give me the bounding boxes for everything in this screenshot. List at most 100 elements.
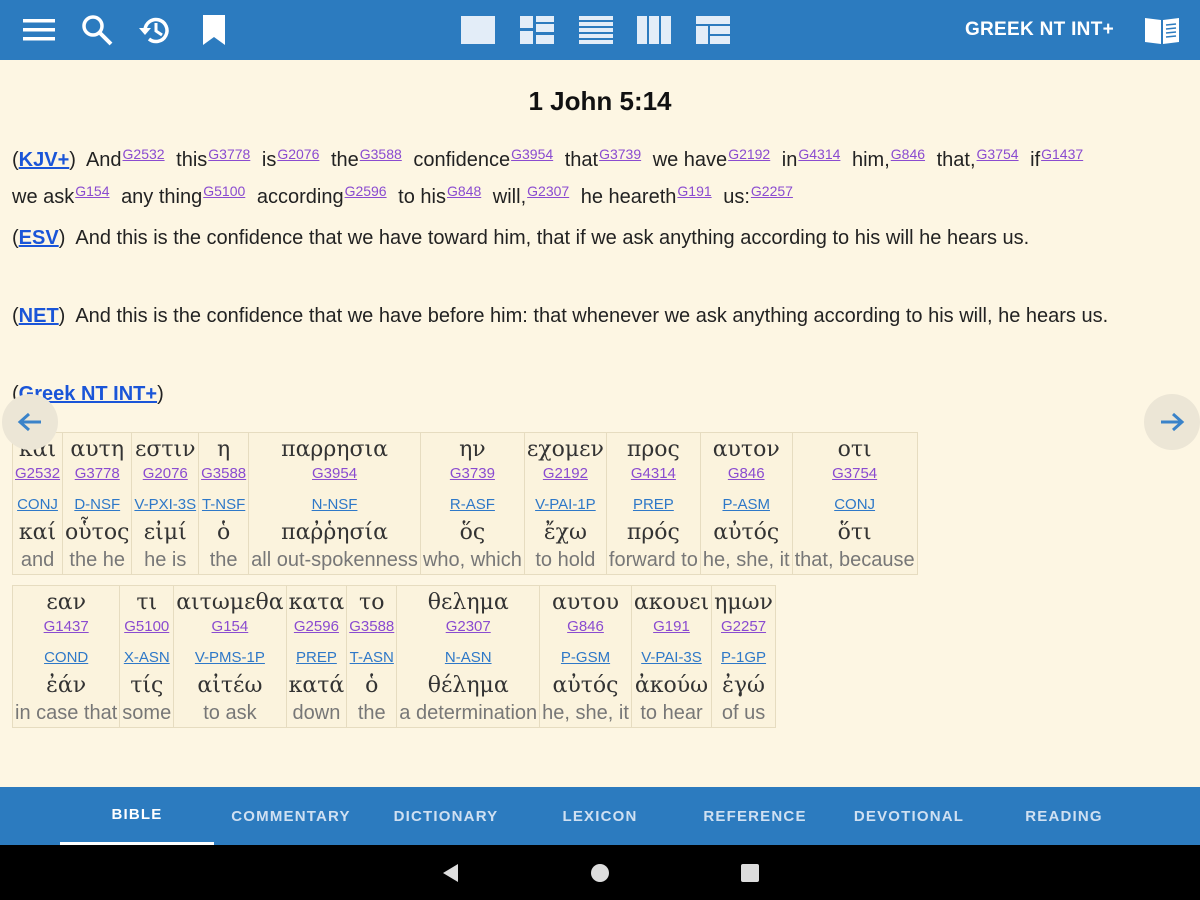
next-verse-button[interactable]: [1144, 394, 1200, 450]
morphology-link[interactable]: V-PMS-1P: [195, 649, 265, 667]
strongs-link[interactable]: G3754: [977, 146, 1019, 162]
tab-commentary[interactable]: COMMENTARY: [214, 787, 368, 845]
morphology-link[interactable]: PREP: [296, 649, 337, 667]
morphology-link[interactable]: X-ASN: [124, 649, 170, 667]
morphology-link[interactable]: P-1GP: [721, 649, 766, 667]
morphology-link[interactable]: V-PAI-3S: [641, 649, 702, 667]
strongs-link[interactable]: G154: [212, 618, 249, 636]
strongs-link[interactable]: G846: [728, 465, 765, 483]
bookmark-icon[interactable]: [194, 10, 234, 50]
tab-dictionary[interactable]: DICTIONARY: [369, 787, 523, 845]
morphology-link[interactable]: CONJ: [834, 496, 875, 514]
esv-tag-link[interactable]: ESV: [19, 227, 59, 249]
morphology-link[interactable]: V-PXI-3S: [134, 496, 196, 514]
strongs-link[interactable]: G3588: [360, 146, 402, 162]
tab-lexicon[interactable]: LEXICON: [523, 787, 677, 845]
morphology-link[interactable]: CONJ: [17, 496, 58, 514]
kjv-word-text: that,: [936, 149, 976, 171]
recents-icon[interactable]: [737, 860, 763, 886]
strongs-link[interactable]: G848: [447, 183, 481, 199]
tab-bible[interactable]: BIBLE: [60, 787, 214, 845]
kjv-word: will,G2307: [493, 183, 575, 208]
kjv-word-text: And: [85, 149, 122, 171]
strongs-link[interactable]: G3778: [208, 146, 250, 162]
single-pane-icon[interactable]: [458, 10, 498, 50]
kjv-word-text: that: [564, 149, 599, 171]
strongs-link[interactable]: G2307: [446, 618, 491, 636]
strongs-link[interactable]: G2076: [277, 146, 319, 162]
morphology-link[interactable]: PREP: [633, 496, 674, 514]
morphology-link[interactable]: T-NSF: [202, 496, 245, 514]
english-gloss: to hear: [640, 702, 703, 724]
strongs-link[interactable]: G2192: [543, 465, 588, 483]
strongs-link[interactable]: G2076: [143, 465, 188, 483]
morphology-link[interactable]: N-NSF: [312, 496, 358, 514]
strongs-link[interactable]: G3954: [312, 465, 357, 483]
column-pane-icon[interactable]: [634, 10, 674, 50]
back-icon[interactable]: [437, 860, 463, 886]
lemma: οὗτος: [65, 520, 130, 545]
morphology-link[interactable]: N-ASN: [445, 649, 492, 667]
tab-reading[interactable]: READING: [987, 787, 1141, 845]
tab-devotional[interactable]: DEVOTIONAL: [832, 787, 986, 845]
strongs-link[interactable]: G1437: [1041, 146, 1083, 162]
morphology-link[interactable]: P-ASM: [722, 496, 770, 514]
strongs-link[interactable]: G4314: [631, 465, 676, 483]
parallel-pane-icon[interactable]: [517, 10, 557, 50]
strongs-link[interactable]: G846: [567, 618, 604, 636]
grid-pane-icon[interactable]: [693, 10, 733, 50]
morphology-link[interactable]: R-ASF: [450, 496, 495, 514]
strongs-link[interactable]: G2532: [123, 146, 165, 162]
morphology-link[interactable]: P-GSM: [561, 649, 610, 667]
module-title[interactable]: GREEK NT INT+: [965, 19, 1114, 41]
lemma: ὅς: [459, 520, 486, 545]
kjv-word-text: is: [261, 149, 277, 171]
strongs-link[interactable]: G191: [677, 183, 711, 199]
kjv-tag-link[interactable]: KJV+: [19, 149, 70, 171]
previous-verse-button[interactable]: [2, 394, 58, 450]
english-gloss: in case that: [15, 702, 118, 724]
strongs-link[interactable]: G3739: [450, 465, 495, 483]
morphology-link[interactable]: COND: [44, 649, 88, 667]
home-icon[interactable]: [587, 860, 613, 886]
tab-reference[interactable]: REFERENCE: [678, 787, 832, 845]
lemma: παῤῥησία: [281, 520, 388, 545]
strongs-link[interactable]: G2307: [527, 183, 569, 199]
strongs-link[interactable]: G5100: [124, 618, 169, 636]
strongs-link[interactable]: G3754: [832, 465, 877, 483]
strongs-link[interactable]: G2596: [345, 183, 387, 199]
strongs-link[interactable]: G3954: [511, 146, 553, 162]
strongs-link[interactable]: G846: [891, 146, 925, 162]
morphology-link[interactable]: T-ASN: [350, 649, 394, 667]
search-icon[interactable]: [77, 10, 117, 50]
english-gloss: down: [292, 702, 341, 724]
menu-icon[interactable]: [19, 10, 59, 50]
strongs-link[interactable]: G3588: [201, 465, 246, 483]
morphology-link[interactable]: V-PAI-1P: [535, 496, 596, 514]
lemma: ὁ: [365, 673, 379, 698]
strongs-link[interactable]: G3739: [599, 146, 641, 162]
strongs-link[interactable]: G3778: [75, 465, 120, 483]
strongs-link[interactable]: G5100: [203, 183, 245, 199]
interlinear-cell: αυτου G846 P-GSM αὐτός he, she, it: [539, 585, 632, 728]
strongs-link[interactable]: G2257: [721, 618, 766, 636]
interlinear-cell: παρρησια G3954 N-NSF παῤῥησία all out-spoken…: [248, 432, 421, 575]
lemma: ὅτι: [837, 520, 872, 545]
strongs-link[interactable]: G3588: [349, 618, 394, 636]
net-verse: (NET) And this is the confidence that we…: [12, 305, 1109, 327]
strongs-link[interactable]: G4314: [798, 146, 840, 162]
strongs-link[interactable]: G2257: [751, 183, 793, 199]
book-icon[interactable]: [1142, 10, 1182, 50]
list-pane-icon[interactable]: [576, 10, 616, 50]
lemma: εἰμί: [143, 520, 187, 545]
strongs-link[interactable]: G1437: [44, 618, 89, 636]
strongs-link[interactable]: G2192: [728, 146, 770, 162]
strongs-link[interactable]: G191: [653, 618, 690, 636]
strongs-link[interactable]: G2596: [294, 618, 339, 636]
morphology-link[interactable]: D-NSF: [74, 496, 120, 514]
strongs-link[interactable]: G2532: [15, 465, 60, 483]
greek-word: αιτωμεθα: [176, 590, 284, 615]
strongs-link[interactable]: G154: [75, 183, 109, 199]
history-icon[interactable]: [136, 10, 176, 50]
net-tag-link[interactable]: NET: [19, 305, 59, 327]
